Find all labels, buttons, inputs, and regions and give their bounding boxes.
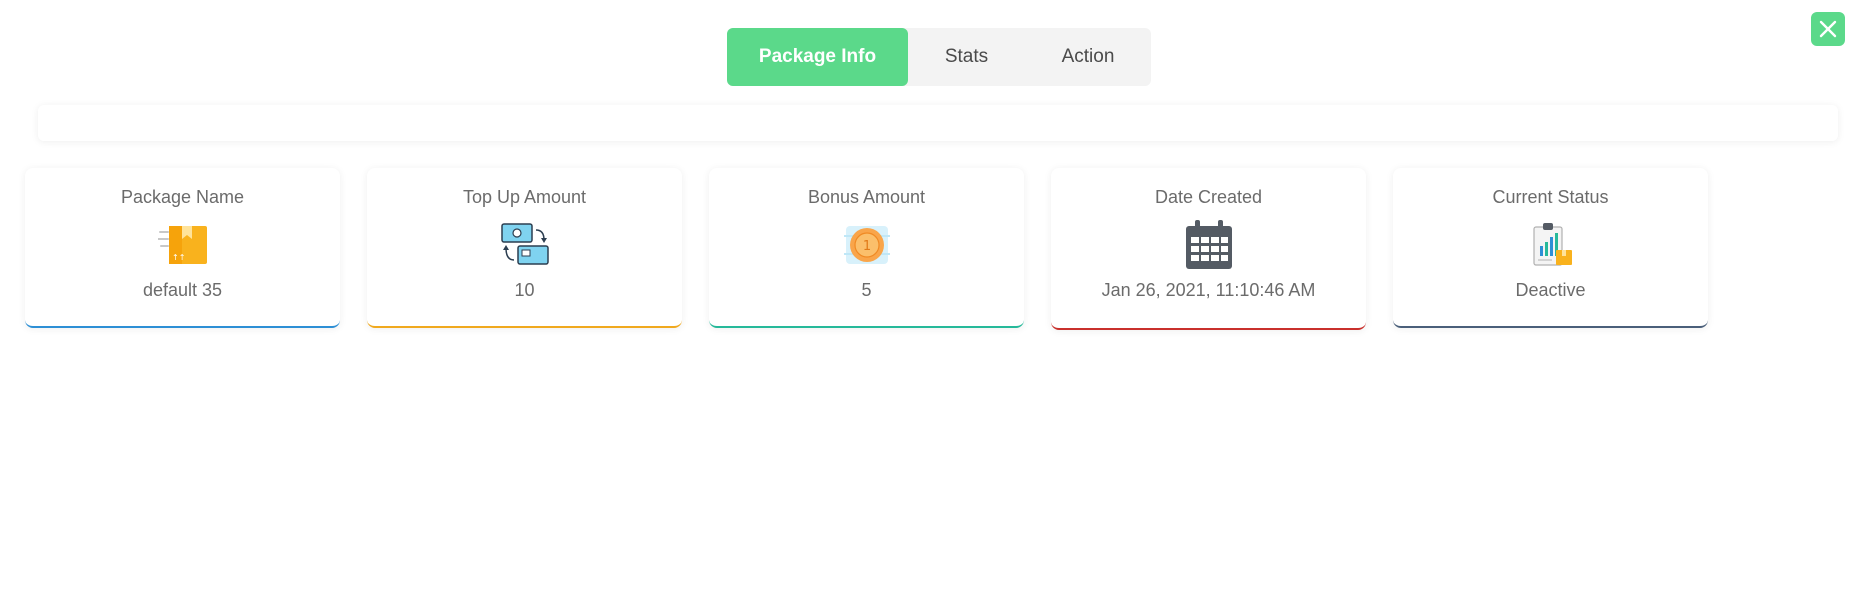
bonus-amount-card: Bonus Amount 1 5 (709, 168, 1024, 328)
tab-package-info[interactable]: Package Info (727, 28, 908, 86)
filter-bar (38, 105, 1838, 141)
card-value: Deactive (1515, 280, 1586, 300)
package-name-card: Package Name ↑↑ default 35 (25, 168, 340, 328)
top-up-amount-card: Top Up Amount 10 (367, 168, 682, 328)
svg-text:1: 1 (862, 239, 870, 254)
status-report-icon (1526, 220, 1576, 270)
card-title: Top Up Amount (462, 187, 587, 207)
close-button[interactable] (1811, 12, 1845, 46)
card-title: Date Created (1154, 187, 1263, 207)
money-transfer-icon (500, 220, 550, 270)
tab-bar: Package Info Stats Action (727, 28, 1151, 86)
card-value: Jan 26, 2021, 11:10:46 AM (1101, 280, 1316, 300)
tab-stats[interactable]: Stats (908, 28, 1025, 86)
package-box-icon: ↑↑ (157, 220, 208, 270)
card-title: Current Status (1492, 187, 1609, 207)
card-title: Bonus Amount (807, 187, 926, 207)
card-value: default 35 (142, 280, 223, 300)
card-value: 5 (861, 280, 872, 300)
card-title: Package Name (120, 187, 245, 207)
svg-text:↑↑: ↑↑ (172, 253, 185, 262)
close-icon (1819, 20, 1837, 38)
current-status-card: Current Status Deactive (1393, 168, 1708, 328)
package-detail-page: Package Info Stats Action Package Name ↑… (0, 0, 1872, 589)
tab-action[interactable]: Action (1025, 28, 1151, 86)
date-created-card: Date Created Jan 26, 2021, 11:10:46 AM (1051, 168, 1366, 330)
card-value: 10 (514, 280, 535, 300)
calendar-icon (1184, 220, 1234, 270)
coin-icon: 1 (842, 220, 892, 270)
